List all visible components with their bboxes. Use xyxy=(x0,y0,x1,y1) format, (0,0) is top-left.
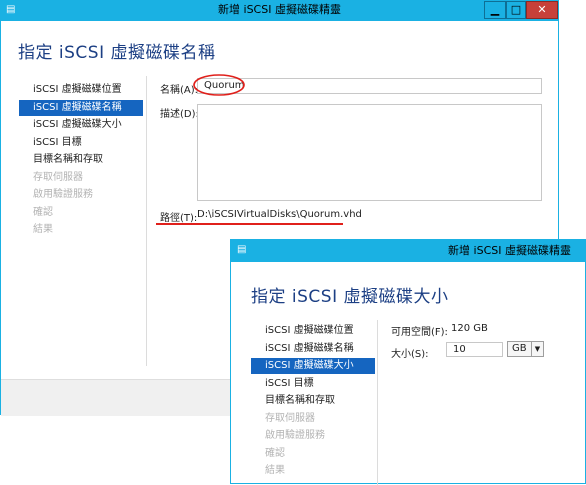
path-label: 路徑(T): xyxy=(160,213,198,224)
app-icon: ▤ xyxy=(237,244,247,255)
nav-item[interactable]: 目標名稱和存取 xyxy=(251,393,375,409)
nav-item: 結果 xyxy=(33,224,53,235)
nav-item[interactable]: iSCSI 虛擬磁碟大小 xyxy=(251,358,375,374)
nav-item[interactable]: iSCSI 目標 xyxy=(19,135,143,151)
nav-divider xyxy=(377,320,378,485)
annotation-circle xyxy=(193,74,245,96)
nav-item: 結果 xyxy=(265,465,285,476)
description-label: 描述(D): xyxy=(160,109,199,120)
maximize-button[interactable]: □ xyxy=(506,1,526,19)
chevron-down-icon: ▼ xyxy=(531,342,543,356)
nav-item[interactable]: iSCSI 虛擬磁碟大小 xyxy=(19,117,143,133)
nav-divider xyxy=(146,76,147,366)
nav-item[interactable]: iSCSI 虛擬磁碟名稱 xyxy=(19,99,143,116)
free-space-label: 可用空間(F): xyxy=(391,327,448,338)
title-bar: ▤ 新增 iSCSI 虛擬磁碟精靈 xyxy=(1,1,558,21)
nav-item: 確認 xyxy=(33,206,53,218)
nav-item: 啟用驗證服務 xyxy=(265,430,325,441)
nav-item[interactable]: 目標名稱和存取 xyxy=(19,152,143,168)
nav-item[interactable]: iSCSI 虛擬磁碟位置 xyxy=(19,82,143,98)
page-title: 指定 iSCSI 虛擬磁碟大小 xyxy=(251,287,449,307)
path-value: D:\iSCSIVirtualDisks\Quorum.vhd xyxy=(197,209,362,220)
page-title: 指定 iSCSI 虛擬磁碟名稱 xyxy=(18,43,216,63)
window-title: 新增 iSCSI 虛擬磁碟精靈 xyxy=(448,244,571,257)
nav-item: 確認 xyxy=(265,447,285,459)
unit-dropdown-value: GB xyxy=(512,343,527,354)
description-textarea[interactable] xyxy=(197,104,542,201)
name-input[interactable]: Quorum xyxy=(197,78,542,94)
wizard-window-front: ▤ 新增 iSCSI 虛擬磁碟精靈 指定 iSCSI 虛擬磁碟大小 iSCSI … xyxy=(230,239,586,485)
annotation-underline xyxy=(156,223,343,225)
nav-item[interactable]: iSCSI 目標 xyxy=(251,376,375,392)
minimize-button[interactable]: ▁ xyxy=(484,1,506,19)
nav-item: 啟用驗證服務 xyxy=(33,189,93,200)
free-space-value: 120 GB xyxy=(451,323,488,334)
nav-item: 存取伺服器 xyxy=(33,171,83,183)
size-input[interactable]: 10 xyxy=(446,342,503,357)
window-title: 新增 iSCSI 虛擬磁碟精靈 xyxy=(218,3,341,16)
size-label: 大小(S): xyxy=(391,349,429,360)
nav-item[interactable]: iSCSI 虛擬磁碟位置 xyxy=(251,323,375,339)
close-button[interactable]: ✕ xyxy=(526,1,558,19)
unit-dropdown[interactable]: GB ▼ xyxy=(507,341,544,357)
nav-item: 存取伺服器 xyxy=(265,412,315,424)
title-bar: ▤ 新增 iSCSI 虛擬磁碟精靈 xyxy=(231,240,585,262)
nav-item[interactable]: iSCSI 虛擬磁碟名稱 xyxy=(251,341,375,357)
